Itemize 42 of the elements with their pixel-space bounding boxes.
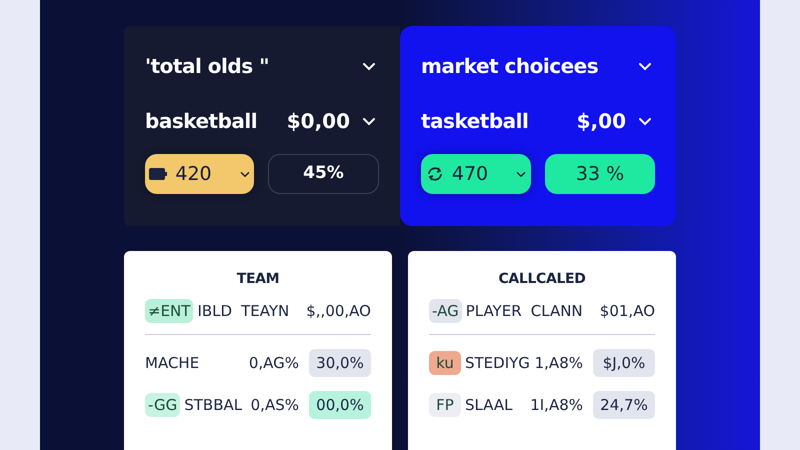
sport-label: tasketball (421, 108, 530, 135)
table-title: CALLCALED (498, 270, 586, 289)
percent-cell-text: 1I,A8% (530, 394, 583, 416)
card-title: 'total olds " (145, 53, 269, 80)
row-name: STEDIYG (465, 352, 530, 374)
amount: $0,00 (286, 108, 350, 135)
value-pill: 00,0% (309, 391, 371, 419)
badge: ≠ENT (145, 299, 194, 323)
percent-chip[interactable]: 33 % (545, 154, 655, 194)
badge: -GG (145, 393, 180, 417)
value-pill: 30,0% (309, 349, 371, 377)
chevron-down-icon (638, 116, 652, 126)
chevron-down-icon (362, 116, 376, 126)
column-header: $,,00,AO (306, 300, 371, 322)
badge: ku (429, 351, 461, 375)
card-title: market choicees (421, 53, 598, 80)
percent-cell-text: 1,A8% (534, 352, 583, 374)
row-name: STBBAL (184, 394, 242, 416)
percent-cell-text: 0,AS% (250, 394, 299, 416)
amount: $,00 (576, 108, 626, 135)
value-pill: $J,0% (593, 349, 655, 377)
table-title: TEAM (236, 270, 280, 289)
row-name: SLAAL (465, 394, 513, 416)
percent-chip[interactable]: 45% (268, 154, 379, 194)
dropdown-chip[interactable]: 470 (421, 154, 531, 194)
chevron-down-icon (516, 170, 526, 178)
row-name: MACHE (145, 352, 200, 374)
arrows-icon (426, 166, 444, 182)
column-header: IBLD (197, 300, 232, 322)
chevron-down-icon (240, 170, 250, 178)
value-pill: 24,7% (593, 391, 655, 419)
column-header: TEAYN (241, 300, 290, 322)
column-header: $01,AO (600, 300, 655, 322)
column-header: PLAYER (466, 300, 522, 322)
dropdown-chip[interactable]: 420 (145, 154, 254, 194)
percent-cell-text: 0,AG% (248, 352, 299, 374)
badge: -AG (429, 299, 462, 323)
column-header: CLANN (530, 300, 583, 322)
sport-label: basketball (145, 108, 258, 135)
chevron-down-icon (362, 62, 376, 70)
chevron-down-icon (638, 62, 652, 70)
badge: FP (429, 393, 461, 417)
